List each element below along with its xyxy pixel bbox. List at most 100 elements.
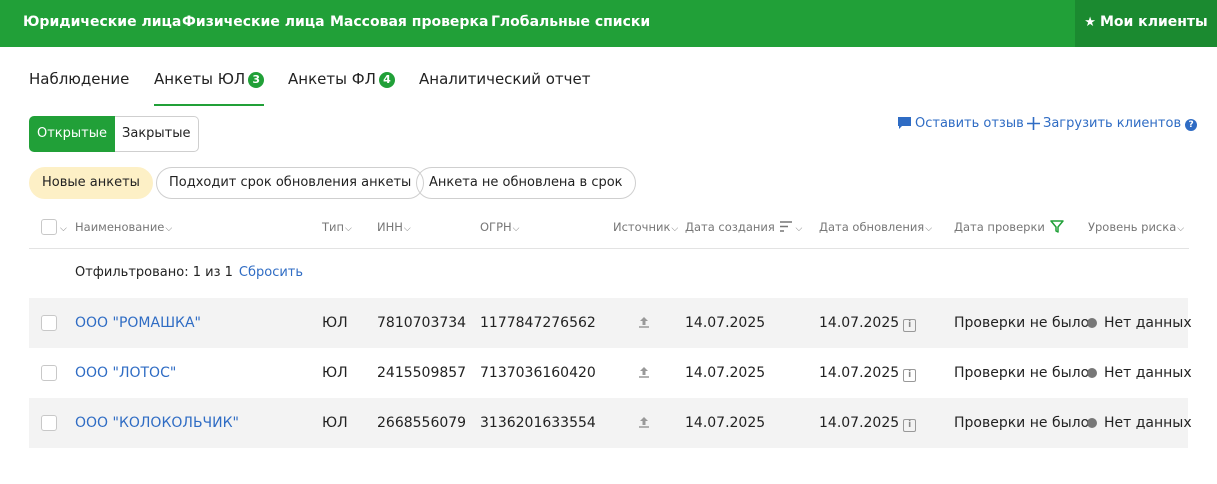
company-type: ЮЛ [322, 315, 348, 331]
tab-monitoring[interactable]: Наблюдение [29, 70, 129, 106]
upload-clients-link[interactable]: Загрузить клиентов? [1027, 116, 1198, 131]
risk-level-value: Нет данных [1104, 365, 1192, 381]
column-header-ogrn-label: ОГРН [480, 220, 512, 234]
tab-legal-forms[interactable]: Анкеты ЮЛ 3 [154, 70, 265, 106]
risk-dot-icon [1087, 318, 1097, 328]
column-header-risk[interactable]: Уровень риска⌵ [1088, 220, 1184, 234]
created-date: 14.07.2025 [685, 315, 766, 331]
column-header-risk-label: Уровень риска [1088, 220, 1177, 234]
row-checkbox[interactable] [41, 365, 57, 381]
updated-date-value: 14.07.2025 [819, 315, 900, 331]
chevron-down-icon: ⌵ [403, 224, 411, 234]
open-segment-button[interactable]: Открытые [29, 116, 116, 152]
risk-level: Нет данных [1087, 348, 1192, 398]
column-header-ogrn[interactable]: ОГРН⌵ [480, 220, 519, 234]
column-header-inn[interactable]: ИНН⌵ [377, 220, 411, 234]
row-checkbox[interactable] [41, 315, 57, 331]
created-date: 14.07.2025 [685, 415, 766, 431]
column-header-source-label: Источник [613, 220, 671, 234]
my-clients-button[interactable]: ★ Мои клиенты [1075, 0, 1217, 47]
column-header-check-date[interactable]: Дата проверки [954, 220, 1064, 234]
column-header-name[interactable]: Наименование⌵ [75, 220, 172, 234]
my-clients-label: Мои клиенты [1099, 14, 1208, 30]
table-row: ООО "РОМАШКА" ЮЛ 7810703734 117784727656… [29, 298, 1192, 348]
risk-level-value: Нет данных [1104, 315, 1192, 331]
column-header-created-label: Дата создания [685, 220, 775, 234]
source-upload-icon [638, 348, 650, 398]
chip-not-updated[interactable]: Анкета не обновлена в срок [416, 167, 636, 199]
updated-date: 14.07.2025 i [819, 398, 917, 448]
chip-new-forms[interactable]: Новые анкеты [29, 167, 153, 199]
risk-level: Нет данных [1087, 298, 1192, 348]
closed-segment-button[interactable]: Закрытые [115, 116, 199, 152]
tab-monitoring-label: Наблюдение [29, 70, 130, 88]
nav-mass-check[interactable]: Массовая проверка [330, 0, 488, 47]
updated-date: 14.07.2025 i [819, 298, 917, 348]
table-row: ООО "КОЛОКОЛЬЧИК" ЮЛ 2668556079 31362016… [29, 398, 1192, 448]
chevron-down-icon: ⌵ [1177, 224, 1185, 234]
created-date: 14.07.2025 [685, 365, 766, 381]
source-upload-icon [638, 398, 650, 448]
chevron-down-icon: ⌵ [165, 224, 173, 234]
risk-dot-icon [1087, 368, 1097, 378]
plus-icon [1027, 117, 1040, 130]
help-icon[interactable]: ? [1185, 119, 1198, 131]
tab-analytics-report[interactable]: Аналитический отчет [419, 70, 591, 106]
status-segment: Открытые Закрытые [29, 116, 199, 152]
info-icon[interactable]: i [903, 419, 917, 432]
company-ogrn: 1177847276562 [480, 315, 596, 331]
filter-count-text: Отфильтровано: 1 из 1 [75, 265, 233, 280]
check-status: Проверки не было [954, 415, 1090, 431]
company-name-link[interactable]: ООО "КОЛОКОЛЬЧИК" [75, 398, 239, 448]
company-ogrn: 3136201633554 [480, 415, 596, 431]
tab-individual-forms-label: Анкеты ФЛ [288, 70, 376, 88]
tab-legal-forms-label: Анкеты ЮЛ [154, 70, 246, 88]
tab-analytics-report-label: Аналитический отчет [419, 70, 591, 88]
nav-individuals[interactable]: Физические лица [182, 0, 325, 47]
column-header-created[interactable]: Дата создания ⌵ [685, 220, 802, 234]
row-checkbox[interactable] [41, 415, 57, 431]
info-icon[interactable]: i [903, 369, 917, 382]
filter-summary: Отфильтровано: 1 из 1 Сбросить [75, 265, 303, 280]
star-icon: ★ [1084, 15, 1096, 30]
reset-filter-link[interactable]: Сбросить [239, 265, 303, 280]
tab-individual-forms[interactable]: Анкеты ФЛ 4 [288, 70, 395, 106]
select-all-checkbox[interactable] [41, 219, 57, 235]
column-header-updated[interactable]: Дата обновления⌵ [819, 220, 932, 234]
risk-dot-icon [1087, 418, 1097, 428]
column-header-type[interactable]: Тип⌵ [322, 220, 352, 234]
column-header-check-date-label: Дата проверки [954, 220, 1045, 234]
column-header-source[interactable]: Источник⌵ [613, 220, 678, 234]
updated-date: 14.07.2025 i [819, 348, 917, 398]
company-type: ЮЛ [322, 365, 348, 381]
nav-global-lists[interactable]: Глобальные списки [491, 0, 650, 47]
tab-individual-forms-badge: 4 [378, 72, 395, 88]
column-header-name-label: Наименование [75, 220, 165, 234]
column-header-updated-label: Дата обновления [819, 220, 925, 234]
table-row: ООО "ЛОТОС" ЮЛ 2415509857 7137036160420 … [29, 348, 1192, 398]
sort-icon [780, 221, 793, 232]
filter-icon[interactable] [1049, 220, 1064, 233]
check-status: Проверки не было [954, 315, 1090, 331]
chevron-down-icon: ⌵ [795, 224, 803, 234]
check-status: Проверки не было [954, 365, 1090, 381]
company-name-link[interactable]: ООО "ЛОТОС" [75, 348, 176, 398]
comment-icon [898, 117, 911, 129]
company-name-link[interactable]: ООО "РОМАШКА" [75, 298, 201, 348]
chip-update-due[interactable]: Подходит срок обновления анкеты [156, 167, 425, 199]
header-divider [29, 248, 1189, 249]
chevron-down-icon: ⌵ [925, 224, 933, 234]
leave-feedback-label: Оставить отзыв [915, 116, 1024, 131]
info-icon[interactable]: i [903, 319, 917, 332]
chevron-down-icon: ⌵ [345, 224, 352, 234]
risk-level: Нет данных [1087, 398, 1192, 448]
company-inn: 7810703734 [377, 315, 467, 331]
nav-legal-entities[interactable]: Юридические лица [23, 0, 181, 47]
leave-feedback-link[interactable]: Оставить отзыв [897, 116, 1024, 131]
top-navigation: Юридические лица Физические лица Массова… [0, 0, 1217, 47]
company-inn: 2668556079 [377, 415, 467, 431]
upload-clients-label: Загрузить клиентов [1043, 116, 1182, 131]
risk-level-value: Нет данных [1104, 415, 1192, 431]
company-inn: 2415509857 [377, 365, 467, 381]
select-all-chevron-icon[interactable]: ⌵ [59, 220, 67, 234]
